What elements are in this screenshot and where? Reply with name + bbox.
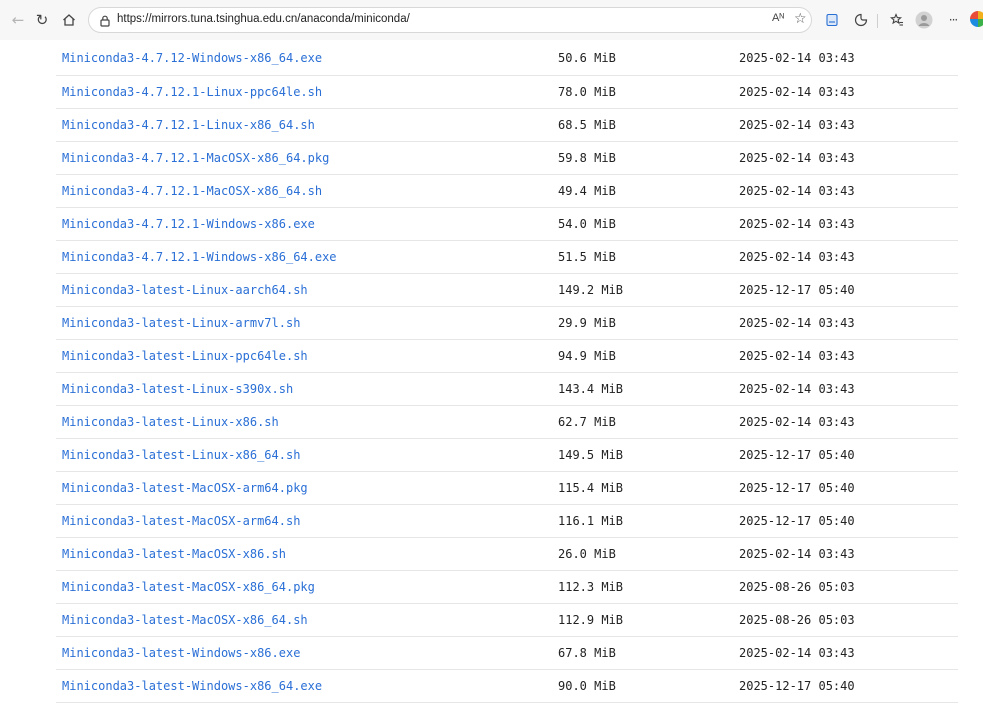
file-size: 94.9 MiB xyxy=(558,349,616,363)
file-date: 2025-12-17 05:40 xyxy=(739,679,855,693)
file-size: 90.0 MiB xyxy=(558,679,616,693)
file-size: 50.6 MiB xyxy=(558,50,616,65)
table-row: Miniconda3-latest-Linux-s390x.sh 143.4 Mi… xyxy=(56,373,958,406)
page-content: Miniconda3-4.7.12-Windows-x86_64.exe 50.6… xyxy=(0,40,983,705)
copilot-icon[interactable] xyxy=(970,11,983,27)
file-date: 2025-02-14 03:43 xyxy=(739,547,855,561)
file-date: 2025-08-26 05:03 xyxy=(739,613,855,627)
read-aloud-icon[interactable]: Aᴺ xyxy=(772,12,784,24)
file-date: 2025-08-26 05:03 xyxy=(739,580,855,594)
file-link[interactable]: Miniconda3-4.7.12.1-MacOSX-x86_64.pkg xyxy=(62,151,329,165)
file-size: 67.8 MiB xyxy=(558,646,616,660)
file-date: 2025-02-14 03:43 xyxy=(739,415,855,429)
favorite-star-icon[interactable]: ☆ xyxy=(794,11,807,27)
file-size: 29.9 MiB xyxy=(558,316,616,330)
file-link[interactable]: Miniconda3-4.7.12.1-Linux-x86_64.sh xyxy=(62,118,315,132)
file-date: 2025-12-17 05:40 xyxy=(739,283,855,297)
file-link[interactable]: Miniconda3-4.7.12-Windows-x86_64.exe xyxy=(62,51,322,65)
file-link[interactable]: Miniconda3-latest-MacOSX-x86_64.pkg xyxy=(62,580,315,594)
address-bar[interactable]: https://mirrors.tuna.tsinghua.edu.cn/ana… xyxy=(88,7,812,33)
table-row: Miniconda3-latest-Linux-aarch64.sh 149.2 … xyxy=(56,274,958,307)
file-size: 116.1 MiB xyxy=(558,514,624,528)
table-row: Miniconda3-latest-Linux-armv7l.sh 29.9 Mi… xyxy=(56,307,958,340)
file-date: 2025-02-14 03:43 xyxy=(739,349,855,363)
file-date: 2025-02-14 03:43 xyxy=(739,50,855,65)
file-date: 2025-12-17 05:40 xyxy=(739,448,855,462)
file-link[interactable]: Miniconda3-latest-Linux-armv7l.sh xyxy=(62,316,300,330)
file-date: 2025-02-14 03:43 xyxy=(739,151,855,165)
file-date: 2025-02-14 03:43 xyxy=(739,85,855,99)
file-link[interactable]: Miniconda3-4.7.12.1-Windows-x86.exe xyxy=(62,217,315,231)
file-link[interactable]: Miniconda3-latest-MacOSX-x86_64.sh xyxy=(62,613,308,627)
file-link[interactable]: Miniconda3-4.7.12.1-Windows-x86_64.exe xyxy=(62,250,337,264)
table-row: Miniconda3-4.7.12.1-MacOSX-x86_64.pkg 59.… xyxy=(56,142,958,175)
file-size: 59.8 MiB xyxy=(558,151,616,165)
file-link[interactable]: Miniconda3-latest-Linux-x86.sh xyxy=(62,415,279,429)
split-screen-icon[interactable] xyxy=(820,8,844,32)
file-size: 149.2 MiB xyxy=(558,283,624,297)
table-row: Miniconda3-4.7.12-Windows-x86_64.exe 50.6… xyxy=(56,40,958,76)
file-date: 2025-02-14 03:43 xyxy=(739,184,855,198)
table-row: Miniconda3-4.7.12.1-Windows-x86_64.exe 51… xyxy=(56,241,958,274)
back-arrow-icon[interactable]: ← xyxy=(6,8,30,32)
file-link[interactable]: Miniconda3-latest-Linux-ppc64le.sh xyxy=(62,349,308,363)
file-link[interactable]: Miniconda3-4.7.12.1-Linux-ppc64le.sh xyxy=(62,85,322,99)
file-date: 2025-02-14 03:43 xyxy=(739,217,855,231)
file-size: 68.5 MiB xyxy=(558,118,616,132)
file-size: 143.4 MiB xyxy=(558,382,624,396)
table-row: Miniconda3-4.7.12.1-Linux-ppc64le.sh 78.0… xyxy=(56,76,958,109)
table-row: Miniconda3-latest-MacOSX-x86_64.pkg 112.3… xyxy=(56,571,958,604)
more-icon[interactable]: ··· xyxy=(941,8,965,32)
file-date: 2025-02-14 03:43 xyxy=(739,382,855,396)
table-row: Miniconda3-4.7.12.1-MacOSX-x86_64.sh 49.4… xyxy=(56,175,958,208)
address-url[interactable]: https://mirrors.tuna.tsinghua.edu.cn/ana… xyxy=(117,13,410,25)
table-row: Miniconda3-latest-MacOSX-x86.sh 26.0 MiB 2… xyxy=(56,538,958,571)
file-link[interactable]: Miniconda3-latest-Windows-x86.exe xyxy=(62,646,300,660)
extensions-icon[interactable] xyxy=(849,8,873,32)
file-link[interactable]: Miniconda3-latest-MacOSX-arm64.pkg xyxy=(62,481,308,495)
table-row: Miniconda3-latest-MacOSX-arm64.pkg 115.4 … xyxy=(56,472,958,505)
file-size: 54.0 MiB xyxy=(558,217,616,231)
file-size: 78.0 MiB xyxy=(558,85,616,99)
file-link[interactable]: Miniconda3-latest-MacOSX-x86.sh xyxy=(62,547,286,561)
file-size: 112.9 MiB xyxy=(558,613,624,627)
browser-toolbar: ← ↻ https://mirrors.tuna.tsinghua.edu.cn… xyxy=(0,0,983,40)
refresh-icon[interactable]: ↻ xyxy=(30,8,54,32)
table-row: Miniconda3-latest-Linux-x86.sh 62.7 MiB 20… xyxy=(56,406,958,439)
file-size: 112.3 MiB xyxy=(558,580,624,594)
file-date: 2025-02-14 03:43 xyxy=(739,118,855,132)
table-row: Miniconda3-4.7.12.1-Windows-x86.exe 54.0 … xyxy=(56,208,958,241)
file-date: 2025-12-17 05:40 xyxy=(739,481,855,495)
table-row: Miniconda3-latest-MacOSX-x86_64.sh 112.9 … xyxy=(56,604,958,637)
file-link[interactable]: Miniconda3-latest-Linux-s390x.sh xyxy=(62,382,293,396)
file-size: 115.4 MiB xyxy=(558,481,624,495)
table-row: Miniconda3-latest-Windows-x86.exe 67.8 Mi… xyxy=(56,637,958,670)
file-size: 26.0 MiB xyxy=(558,547,616,561)
file-size: 51.5 MiB xyxy=(558,250,616,264)
favorites-icon[interactable] xyxy=(885,8,909,32)
file-date: 2025-02-14 03:43 xyxy=(739,250,855,264)
home-icon[interactable] xyxy=(57,8,81,32)
table-row: Miniconda3-4.7.12.1-Linux-x86_64.sh 68.5 … xyxy=(56,109,958,142)
table-row: Miniconda3-latest-Linux-ppc64le.sh 94.9 M… xyxy=(56,340,958,373)
profile-icon[interactable] xyxy=(912,8,936,32)
toolbar-divider xyxy=(877,14,878,28)
file-date: 2025-12-17 05:40 xyxy=(739,514,855,528)
file-link[interactable]: Miniconda3-latest-Windows-x86_64.exe xyxy=(62,679,322,693)
file-listing: Miniconda3-4.7.12-Windows-x86_64.exe 50.6… xyxy=(56,40,958,703)
file-size: 149.5 MiB xyxy=(558,448,624,462)
file-link[interactable]: Miniconda3-latest-Linux-aarch64.sh xyxy=(62,283,308,297)
table-row: Miniconda3-latest-MacOSX-arm64.sh 116.1 M… xyxy=(56,505,958,538)
file-size: 49.4 MiB xyxy=(558,184,616,198)
file-link[interactable]: Miniconda3-latest-MacOSX-arm64.sh xyxy=(62,514,300,528)
file-link[interactable]: Miniconda3-4.7.12.1-MacOSX-x86_64.sh xyxy=(62,184,322,198)
table-row: Miniconda3-latest-Windows-x86_64.exe 90.0… xyxy=(56,670,958,703)
table-row: Miniconda3-latest-Linux-x86_64.sh 149.5 M… xyxy=(56,439,958,472)
lock-icon[interactable] xyxy=(98,13,112,27)
file-date: 2025-02-14 03:43 xyxy=(739,646,855,660)
file-date: 2025-02-14 03:43 xyxy=(739,316,855,330)
file-link[interactable]: Miniconda3-latest-Linux-x86_64.sh xyxy=(62,448,300,462)
file-size: 62.7 MiB xyxy=(558,415,616,429)
